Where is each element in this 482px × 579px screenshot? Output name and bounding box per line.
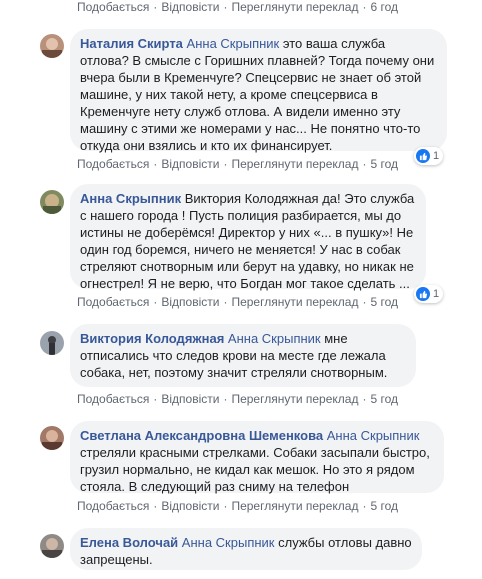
see-translation-link[interactable]: Переглянути переклад [231,157,358,171]
avatar-photo [40,331,64,355]
like-link[interactable]: Подобається [77,392,149,406]
timestamp[interactable]: 5 год [370,157,398,171]
like-link[interactable]: Подобається [77,157,149,171]
comment-author[interactable]: Виктория Колодяжная [80,331,224,346]
reply-link[interactable]: Відповісти [161,499,219,513]
mention-link[interactable]: Анна Скрыпник [182,535,275,550]
avatar[interactable] [40,190,64,214]
like-link[interactable]: Подобається [77,499,149,513]
avatar[interactable] [40,534,64,558]
reply-link[interactable]: Відповісти [161,0,219,14]
timestamp[interactable]: 5 год [370,295,398,309]
mention-link[interactable]: Анна Скрыпник [187,36,280,51]
comment-actions-top: Подобається · Відповісти · Переглянути перек… [77,0,399,14]
comment-author[interactable]: Анна Скрыпник [80,191,181,206]
see-translation-link[interactable]: Переглянути переклад [231,392,358,406]
comment-bubble: Анна Скрыпник Виктория Колодяжная да! Эт… [70,184,426,291]
see-translation-link[interactable]: Переглянути переклад [231,295,358,309]
comment-actions: Подобається · Відповісти · Переглянути перек… [77,392,399,406]
comment-author[interactable]: Елена Волочай [80,535,178,550]
comment-bubble: Елена Волочай Анна Скрыпник службы отлов… [70,528,422,570]
avatar-photo [40,34,64,58]
comment-actions: Подобається · Відповісти · Переглянути перек… [77,157,399,171]
timestamp[interactable]: 6 год [370,0,398,14]
like-link[interactable]: Подобається [77,0,149,14]
comment-actions: Подобається · Відповісти · Переглянути перек… [77,499,399,513]
avatar[interactable] [40,331,64,355]
comment-author[interactable]: Наталия Скирта [80,36,183,51]
comment-text: это ваша служба отлова? В смысле с Гориш… [80,36,435,153]
see-translation-link[interactable]: Переглянути переклад [231,499,358,513]
avatar-photo [40,534,64,558]
avatar[interactable] [40,34,64,58]
mention-link[interactable]: Анна Скрыпник [327,428,420,443]
comment-actions: Подобається · Відповісти · Переглянути перек… [77,295,399,309]
like-link[interactable]: Подобається [77,295,149,309]
thumbs-up-icon [416,149,430,163]
avatar-photo [40,190,64,214]
avatar[interactable] [40,426,64,450]
avatar-photo [40,426,64,450]
reply-link[interactable]: Відповісти [161,392,219,406]
timestamp[interactable]: 5 год [370,499,398,513]
reply-link[interactable]: Відповісти [161,295,219,309]
timestamp[interactable]: 5 год [370,392,398,406]
mention-link[interactable]: Анна Скрыпник [228,331,321,346]
reaction-count[interactable]: 1 [414,147,444,165]
comment-bubble: Наталия Скирта Анна Скрыпник это ваша сл… [70,29,447,153]
reaction-count[interactable]: 1 [414,285,444,303]
comment-text: стреляли красными стрелками. Собаки засы… [80,445,430,494]
comment-bubble: Светлана Александровна Шеменкова Анна Ск… [70,421,444,494]
comment-author[interactable]: Светлана Александровна Шеменкова [80,428,323,443]
comment-bubble: Виктория Колодяжная Анна Скрыпник мне от… [70,324,416,387]
reply-link[interactable]: Відповісти [161,157,219,171]
comment-text: Виктория Колодяжная да! Это служба с наш… [80,191,415,291]
see-translation-link[interactable]: Переглянути переклад [231,0,358,14]
thumbs-up-icon [416,287,430,301]
